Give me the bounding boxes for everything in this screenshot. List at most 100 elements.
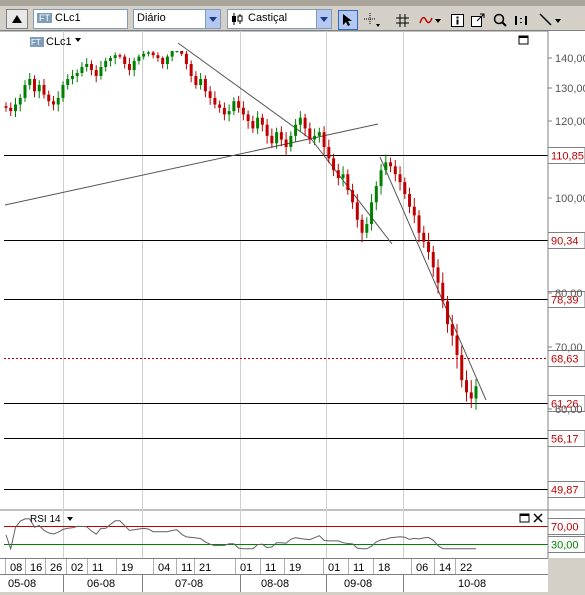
crosshair-tool[interactable] bbox=[362, 10, 382, 30]
trendline-icon bbox=[539, 13, 561, 26]
symbol-field[interactable]: FT CLc1 bbox=[33, 9, 128, 29]
candle-body-75 bbox=[360, 219, 364, 233]
candle-body-93 bbox=[446, 301, 450, 325]
candle-body-55 bbox=[265, 124, 269, 136]
candle-body-8 bbox=[42, 85, 46, 95]
candle-body-38 bbox=[184, 53, 188, 64]
day-label-4: 11 bbox=[92, 562, 103, 574]
chart-style-select[interactable]: Castiçal bbox=[227, 9, 332, 29]
candle-body-80 bbox=[384, 162, 388, 171]
candle-body-82 bbox=[393, 166, 397, 175]
chart-toolbar: FT CLc1 Diário Castiçal bbox=[0, 6, 585, 31]
candle-body-61 bbox=[294, 124, 298, 136]
interval-select[interactable]: Diário bbox=[133, 9, 221, 29]
info-tool[interactable] bbox=[447, 10, 467, 30]
candle-body-81 bbox=[389, 162, 393, 167]
maximize-pane-icon-bar bbox=[519, 36, 528, 38]
price-tick-label-0: 140,00 bbox=[555, 53, 585, 65]
triangle-up-icon bbox=[12, 15, 22, 23]
candle-body-29 bbox=[142, 53, 146, 57]
candle-body-35 bbox=[170, 51, 174, 57]
interval-value: Diário bbox=[137, 12, 166, 24]
candle-body-96 bbox=[460, 355, 464, 381]
candle-body-17 bbox=[85, 64, 89, 67]
candle-body-19 bbox=[94, 70, 98, 76]
day-label-16: 14 bbox=[439, 562, 451, 574]
candle-body-52 bbox=[251, 121, 255, 129]
candle-body-42 bbox=[203, 79, 207, 92]
candle-body-3 bbox=[18, 97, 22, 105]
candle-body-2 bbox=[13, 104, 17, 112]
collapse-button[interactable] bbox=[6, 9, 28, 29]
candle-body-83 bbox=[398, 174, 402, 183]
day-label-0: 08 bbox=[10, 562, 22, 574]
zoom-tool[interactable] bbox=[490, 10, 510, 30]
legend-badge: FT bbox=[31, 38, 41, 47]
candle-body-59 bbox=[284, 139, 288, 148]
candle-body-49 bbox=[237, 101, 241, 108]
grid-tool[interactable] bbox=[392, 10, 412, 30]
day-label-2: 26 bbox=[50, 562, 62, 574]
candle-body-6 bbox=[32, 79, 36, 92]
candle-body-4 bbox=[23, 85, 27, 98]
new-window-tool[interactable] bbox=[468, 10, 488, 30]
candle-body-16 bbox=[80, 67, 84, 73]
chart-style-dropdown-button[interactable] bbox=[316, 10, 331, 28]
day-label-7: 11 bbox=[181, 562, 192, 574]
axis-corner bbox=[548, 558, 585, 592]
indicator-tool[interactable] bbox=[418, 10, 444, 30]
day-label-11: 19 bbox=[289, 562, 301, 574]
candle-body-48 bbox=[232, 101, 236, 112]
candle-body-1 bbox=[9, 107, 13, 112]
candle-body-20 bbox=[99, 67, 103, 76]
candle-body-68 bbox=[327, 147, 331, 159]
candle-body-33 bbox=[161, 58, 165, 64]
chevron-down-icon bbox=[209, 16, 217, 22]
new-window-icon bbox=[471, 13, 485, 27]
candle-body-47 bbox=[227, 111, 231, 115]
rsi-level-label-0: 70,00 bbox=[551, 522, 579, 534]
candle-body-31 bbox=[151, 52, 155, 56]
day-label-15: 06 bbox=[416, 562, 428, 574]
day-label-13: 11 bbox=[353, 562, 364, 574]
candle-body-62 bbox=[298, 117, 302, 125]
chart-area[interactable]: 110,85 90,34 78,39 68,63 61,26 56,17 49,87 140… bbox=[0, 30, 585, 592]
candle-body-25 bbox=[123, 56, 127, 64]
candle-body-97 bbox=[465, 380, 469, 393]
day-label-8: 21 bbox=[199, 562, 211, 574]
month-label-3: 08-08 bbox=[261, 578, 289, 590]
month-label-2: 07-08 bbox=[175, 578, 203, 590]
candle-body-11 bbox=[56, 97, 60, 105]
candle-body-94 bbox=[450, 324, 454, 336]
rsi-label: RSI 14 bbox=[30, 514, 61, 525]
chart-style-value: Castiçal bbox=[248, 12, 288, 24]
level-label-5: 56,17 bbox=[551, 434, 579, 446]
candle-body-53 bbox=[256, 117, 260, 129]
day-label-3: 02 bbox=[71, 562, 83, 574]
candle-body-12 bbox=[61, 85, 65, 98]
one-to-one-tool[interactable] bbox=[512, 10, 532, 30]
symbol-value: CLc1 bbox=[55, 12, 81, 24]
price-tick-label-4: 80,00 bbox=[555, 288, 583, 300]
candle-body-28 bbox=[137, 56, 141, 61]
candle-body-14 bbox=[70, 76, 74, 79]
candle-body-86 bbox=[412, 206, 416, 216]
cursor-arrow-icon bbox=[343, 14, 352, 26]
candle-body-21 bbox=[104, 61, 108, 67]
interval-dropdown-button[interactable] bbox=[205, 10, 220, 28]
candle-body-5 bbox=[28, 79, 32, 85]
day-label-5: 19 bbox=[121, 562, 133, 574]
candle-body-63 bbox=[303, 117, 307, 129]
candle-body-34 bbox=[165, 56, 169, 64]
candle-body-26 bbox=[127, 64, 131, 70]
candle-body-27 bbox=[132, 61, 136, 70]
candle-body-22 bbox=[108, 58, 112, 61]
draw-line-tool[interactable] bbox=[538, 10, 564, 30]
price-tick-label-1: 130,00 bbox=[555, 83, 585, 95]
price-chart[interactable]: 110,8590,3478,3968,6361,2656,1749,87 140… bbox=[0, 30, 585, 592]
candle-body-24 bbox=[118, 55, 122, 57]
pointer-tool[interactable] bbox=[338, 10, 358, 30]
candle-body-84 bbox=[403, 182, 407, 195]
candle-body-23 bbox=[113, 55, 117, 58]
level-label-6: 49,87 bbox=[551, 485, 579, 497]
